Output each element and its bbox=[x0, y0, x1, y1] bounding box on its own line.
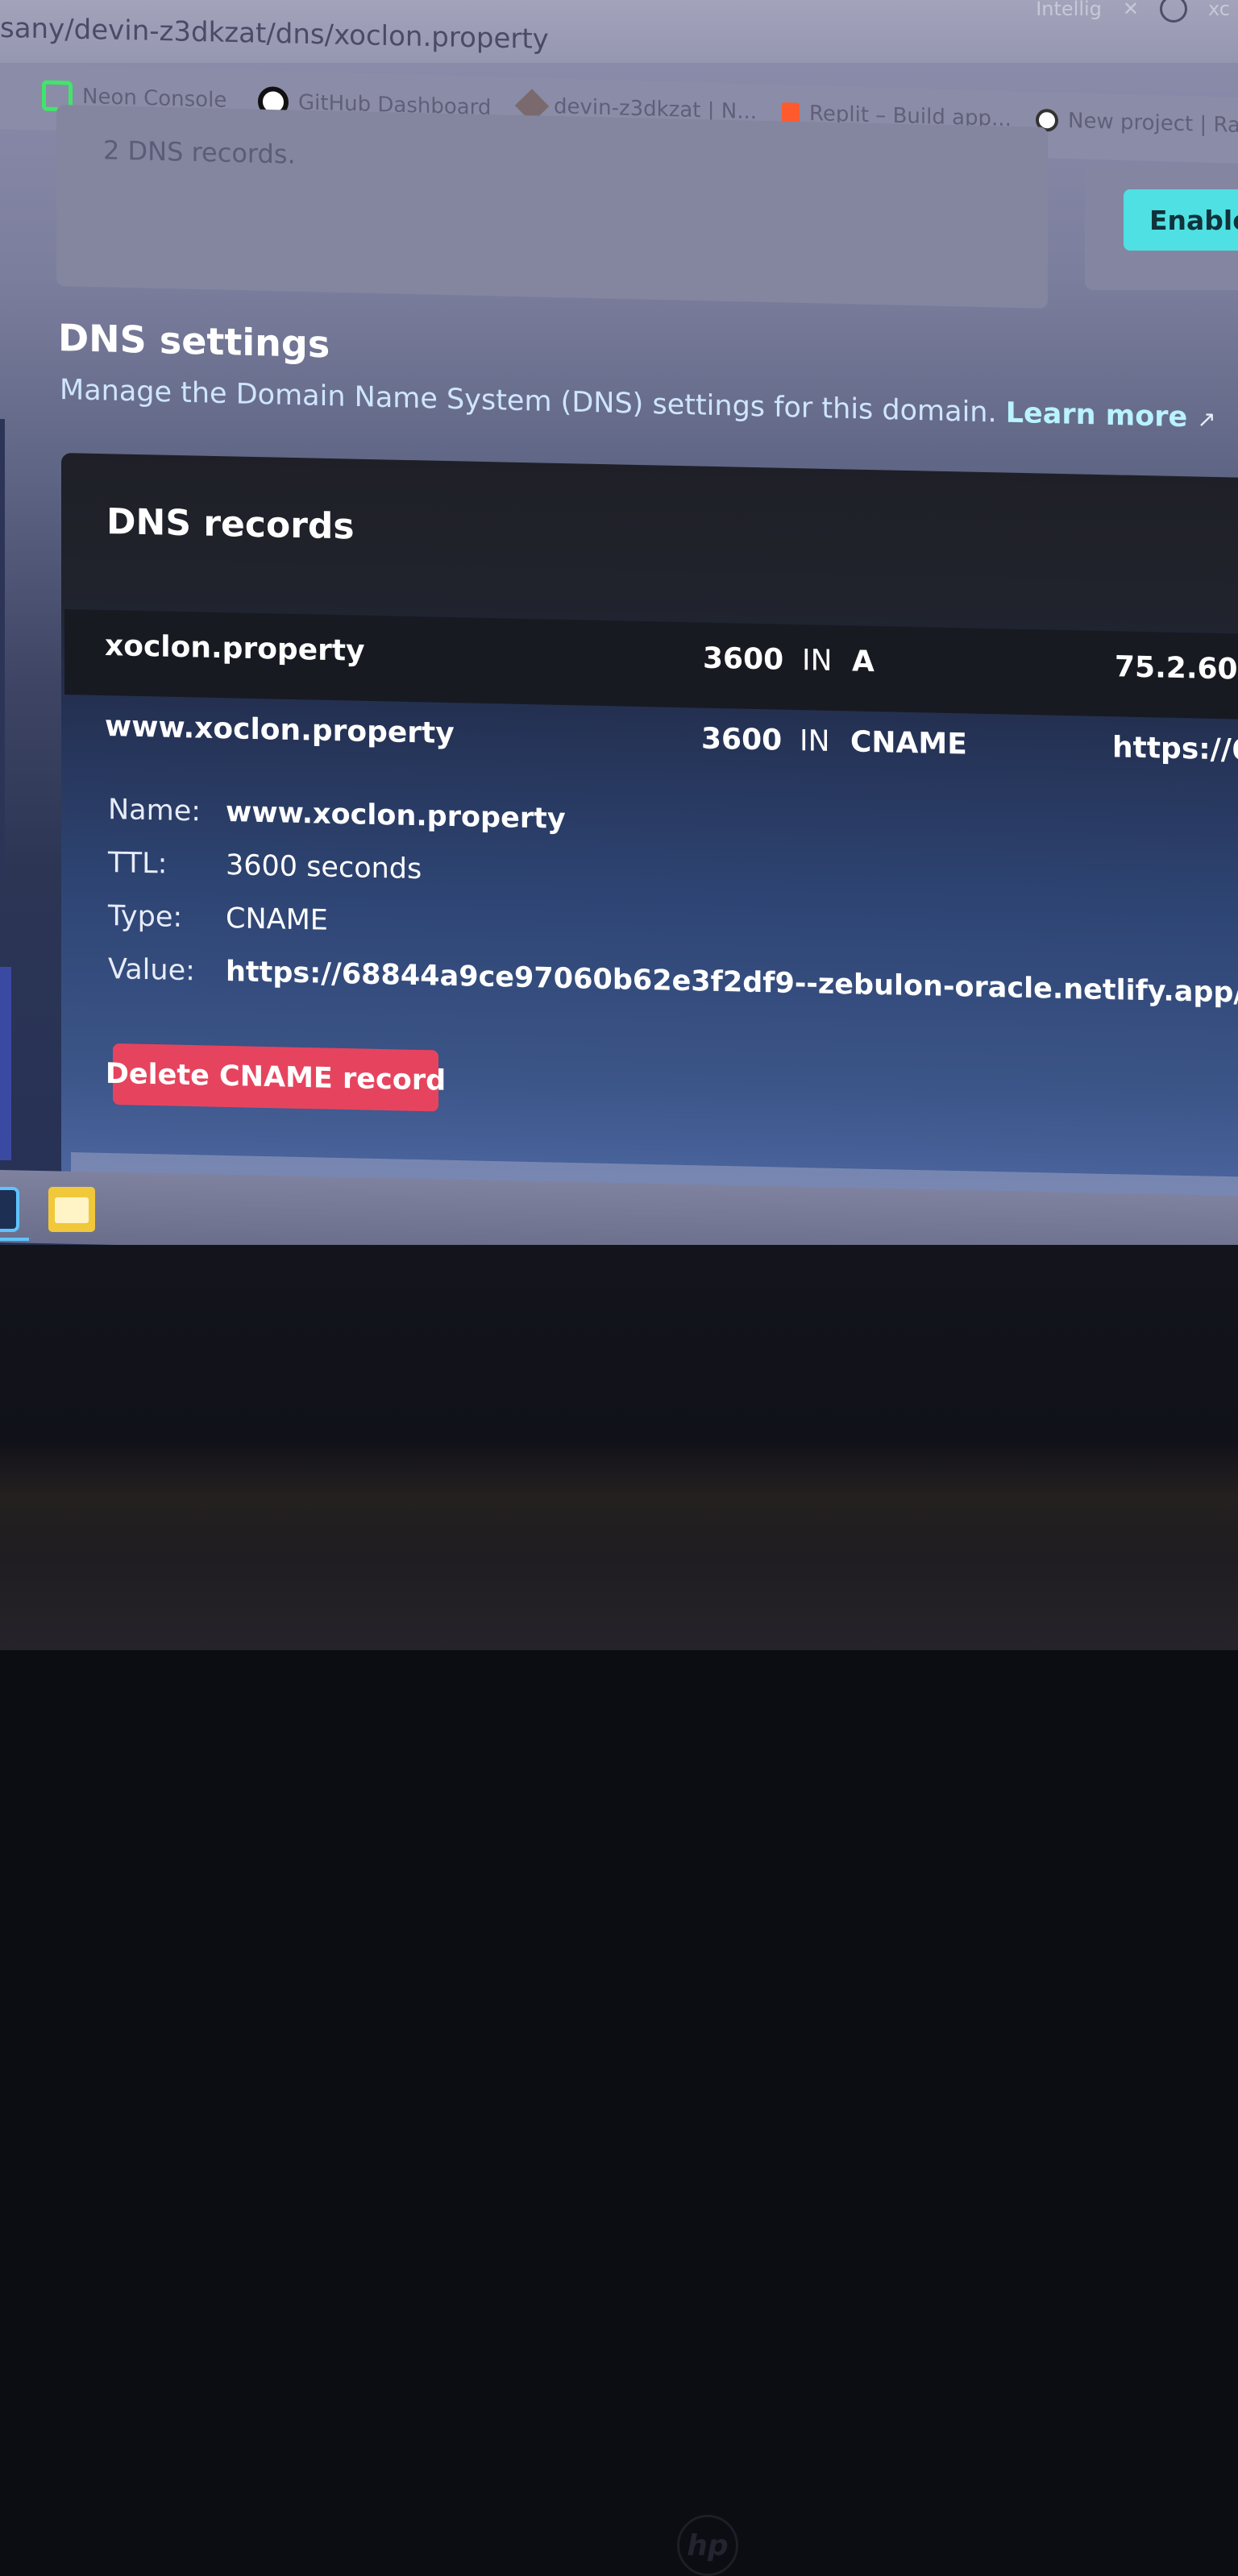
record-name: xoclon.property bbox=[105, 629, 365, 668]
folder-icon-inner bbox=[55, 1197, 89, 1223]
detail-label: TTL: bbox=[108, 847, 168, 881]
record-type: A bbox=[852, 645, 874, 679]
delete-cname-button[interactable]: Delete CNAME record bbox=[106, 1043, 446, 1112]
description-text: Manage the Domain Name System (DNS) sett… bbox=[60, 374, 997, 429]
detail-value: 3600 seconds bbox=[226, 849, 422, 886]
hp-logo: hp bbox=[677, 2515, 738, 2576]
close-icon[interactable]: ✕ bbox=[1123, 0, 1139, 20]
detail-type: Type: CNAME bbox=[108, 900, 328, 937]
record-type: CNAME bbox=[850, 725, 967, 761]
detail-label: Value: bbox=[108, 953, 195, 988]
detail-value: CNAME bbox=[226, 902, 328, 937]
bookmark-railway[interactable]: New project | Rai... bbox=[1036, 108, 1238, 139]
globe-icon bbox=[1160, 0, 1188, 23]
bookmark-label: New project | Rai... bbox=[1068, 109, 1238, 139]
record-name: www.xoclon.property bbox=[105, 710, 455, 751]
record-value: https://688 bbox=[1112, 731, 1238, 768]
record-class: IN bbox=[800, 724, 830, 758]
dns-record-count: 2 DNS records. bbox=[103, 135, 296, 170]
record-ttl: 3600 bbox=[701, 722, 783, 757]
taskbar-app-icon[interactable] bbox=[0, 1187, 19, 1232]
external-link-icon: ↗ bbox=[1197, 405, 1216, 433]
section-title: DNS settings bbox=[58, 316, 330, 367]
learn-more-link[interactable]: Learn more bbox=[1006, 397, 1188, 434]
address-bar[interactable]: sany/devin-z3dkzat/dns/xoclon.property I… bbox=[0, 0, 1238, 63]
detail-label: Type: bbox=[108, 900, 183, 934]
active-indicator bbox=[0, 1238, 29, 1241]
detail-ttl: TTL: 3600 seconds bbox=[108, 847, 422, 886]
enable-button[interactable]: Enable bbox=[1124, 189, 1238, 251]
laptop-screen: sany/devin-z3dkzat/dns/xoclon.property I… bbox=[0, 0, 1238, 1245]
laptop-bezel: hp bbox=[0, 1245, 1238, 2576]
tab-label[interactable]: Intellig bbox=[1036, 0, 1102, 20]
section-description: Manage the Domain Name System (DNS) sett… bbox=[60, 374, 1216, 434]
window-edge bbox=[0, 967, 11, 1160]
window-edge bbox=[0, 419, 5, 878]
tab-label-2[interactable]: xc bbox=[1208, 0, 1230, 20]
detail-label: Name: bbox=[108, 794, 201, 828]
top-right-tabs: Intellig ✕ xc bbox=[1036, 0, 1230, 23]
dns-summary-card bbox=[56, 105, 1048, 309]
record-value: 75.2.60.5 bbox=[1115, 650, 1238, 687]
record-ttl: 3600 bbox=[703, 641, 784, 677]
record-class: IN bbox=[802, 644, 833, 678]
records-title: DNS records bbox=[106, 501, 355, 548]
url-text[interactable]: sany/devin-z3dkzat/dns/xoclon.property bbox=[0, 12, 549, 56]
